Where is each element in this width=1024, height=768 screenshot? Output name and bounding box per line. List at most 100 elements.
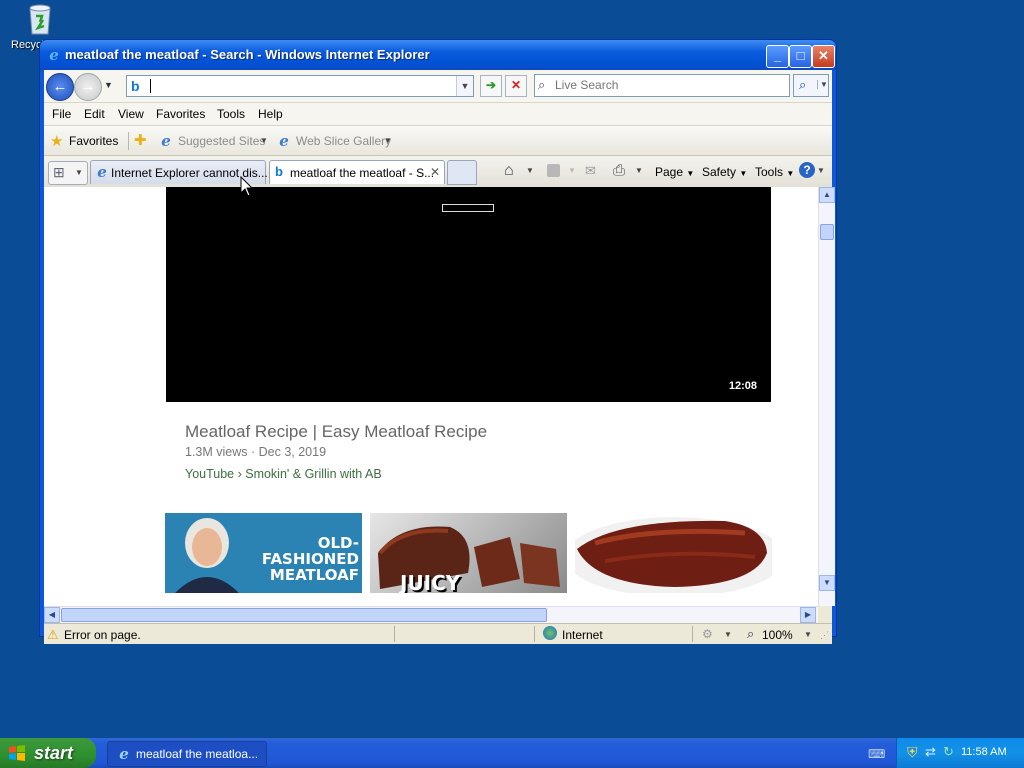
video-thumbnail-1[interactable]: OLD- FASHIONED MEATLOAF <box>165 513 362 593</box>
start-label: start <box>34 743 74 763</box>
quick-tabs-button[interactable]: ⊞ ▼ <box>48 161 88 185</box>
back-button[interactable]: ← <box>46 73 74 101</box>
menu-view[interactable]: View <box>118 107 144 121</box>
bing-logo-icon: b <box>131 78 140 94</box>
chevron-down-icon[interactable]: ▼ <box>724 630 732 639</box>
tab-meatloaf-search[interactable]: b meatloaf the meatloaf - S... ✕ <box>269 160 445 184</box>
stop-button[interactable]: ✕ <box>505 75 527 97</box>
tab-row: ⊞ ▼ e Internet Explorer cannot dis... b … <box>44 155 832 188</box>
divider <box>394 626 395 642</box>
video-player[interactable]: 12:08 <box>166 187 771 402</box>
menu-tools[interactable]: Tools <box>217 107 245 121</box>
recent-pages-dropdown[interactable]: ▼ <box>104 80 113 90</box>
forward-button[interactable]: → <box>74 73 102 101</box>
clock[interactable]: 11:58 AM <box>961 746 1007 758</box>
page-content: 12:08 Meatloaf Recipe | Easy Meatloaf Re… <box>44 187 818 606</box>
divider <box>534 626 535 642</box>
thumbnail-caption-line: OLD- <box>317 534 359 552</box>
favorites-button[interactable]: ★ Favorites <box>48 131 124 151</box>
search-options-dropdown[interactable]: ▼ <box>817 80 828 89</box>
chevron-down-icon: ▼ <box>823 578 831 587</box>
address-dropdown-button[interactable]: ▼ <box>456 76 473 96</box>
menu-favorites[interactable]: Favorites <box>156 107 205 121</box>
live-search-input[interactable] <box>555 77 783 93</box>
menu-bar: File Edit View Favorites Tools Help <box>44 102 832 125</box>
forward-arrow-icon: → <box>80 78 96 95</box>
minimize-button[interactable]: _ <box>766 45 789 68</box>
print-icon[interactable]: ⎙ <box>613 162 625 179</box>
search-button[interactable]: ⌕ ▼ <box>793 74 829 97</box>
menu-file[interactable]: File <box>52 107 71 121</box>
feeds-dropdown-icon[interactable]: ▼ <box>568 166 576 175</box>
security-shield-icon[interactable]: ⛨ <box>907 744 918 761</box>
window-title: meatloaf the meatloaf - Search - Windows… <box>65 47 430 62</box>
status-message[interactable]: Error on page. <box>64 628 141 642</box>
tab-list-dropdown-icon[interactable]: ▼ <box>75 168 83 177</box>
tools-menu-label: Tools <box>755 165 784 179</box>
mouse-cursor-icon <box>240 176 254 197</box>
go-button[interactable]: ➔ <box>480 75 502 97</box>
safety-menu-button[interactable]: Safety ▼ <box>702 165 747 179</box>
home-dropdown-icon[interactable]: ▼ <box>526 166 534 175</box>
feeds-icon[interactable] <box>547 164 560 177</box>
help-icon[interactable]: ? <box>799 162 815 178</box>
update-icon[interactable]: ↻ <box>943 744 954 760</box>
vertical-scrollbar[interactable]: ▲ ▼ <box>818 187 835 606</box>
help-dropdown-icon[interactable]: ▼ <box>817 166 825 175</box>
home-icon[interactable]: ⌂ <box>504 162 514 180</box>
chevron-down-icon: ▼ <box>686 169 695 178</box>
vertical-scroll-thumb[interactable] <box>820 224 834 240</box>
quick-tabs-grid-icon: ⊞ <box>53 164 65 180</box>
recycle-bin-icon <box>29 4 51 35</box>
scroll-right-button[interactable]: ▶ <box>800 607 816 623</box>
close-button[interactable]: ✕ <box>812 45 835 68</box>
resize-grip-icon[interactable]: ⋰ <box>820 630 829 641</box>
new-tab-button[interactable] <box>447 160 477 185</box>
keyboard-icon[interactable]: ⌨ <box>868 747 885 761</box>
internet-globe-icon <box>543 626 557 640</box>
web-slice-gallery-button[interactable]: e Web Slice Gallery ▼ <box>276 131 394 151</box>
suggested-sites-button[interactable]: e Suggested Sites ▼ <box>158 131 270 151</box>
menu-edit[interactable]: Edit <box>84 107 105 121</box>
add-to-favorites-bar-icon[interactable]: ✚ <box>134 131 147 149</box>
bing-favicon-icon: b <box>275 164 283 179</box>
live-search-box[interactable]: ⌕ <box>534 74 790 97</box>
back-arrow-icon: ← <box>52 78 68 95</box>
thumbnail-caption: JUICY <box>400 571 461 593</box>
read-mail-icon[interactable]: ✉ <box>585 163 596 179</box>
protected-mode-icon[interactable]: ⚙ <box>702 627 713 641</box>
address-bar[interactable]: b ▼ <box>126 75 474 97</box>
horizontal-scrollbar[interactable]: ◀ ▶ <box>44 606 818 623</box>
zoom-dropdown-icon[interactable]: ▼ <box>804 630 812 639</box>
scroll-down-button[interactable]: ▼ <box>819 575 835 591</box>
maximize-button[interactable]: □ <box>789 45 812 68</box>
zoom-icon: ⌕ <box>747 626 755 641</box>
title-bar[interactable]: e meatloaf the meatloaf - Search - Windo… <box>40 40 836 70</box>
scroll-left-button[interactable]: ◀ <box>44 607 60 623</box>
network-icon[interactable]: ⇄ <box>925 744 936 760</box>
warning-icon[interactable]: ⚠ <box>47 627 59 643</box>
menu-help[interactable]: Help <box>258 107 283 121</box>
video-thumbnail-3[interactable] <box>575 513 772 593</box>
page-menu-button[interactable]: Page ▼ <box>655 165 694 179</box>
favorites-label: Favorites <box>69 134 119 148</box>
video-source-link[interactable]: YouTube › Smokin' & Grillin with AB <box>185 467 382 481</box>
close-icon: ✕ <box>818 48 829 63</box>
window-client: ← → ▼ b ▼ ➔ ✕ ⌕ ⌕ ▼ File Edit Vie <box>44 70 835 644</box>
print-dropdown-icon[interactable]: ▼ <box>635 166 643 175</box>
horizontal-scroll-thumb[interactable] <box>61 608 547 622</box>
tools-menu-button[interactable]: Tools ▼ <box>755 165 794 179</box>
divider <box>128 132 129 150</box>
video-thumbnail-2[interactable]: JUICY <box>370 513 567 593</box>
scroll-up-button[interactable]: ▲ <box>819 187 835 203</box>
start-button[interactable]: start <box>0 738 96 768</box>
favorites-bar: ★ Favorites ✚ e Suggested Sites ▼ e Web … <box>44 125 832 156</box>
taskbar-ie-window-button[interactable]: e meatloaf the meatloa... <box>107 741 267 767</box>
video-title-link[interactable]: Meatloaf Recipe | Easy Meatloaf Recipe <box>185 422 487 442</box>
go-arrow-icon: ➔ <box>485 78 497 92</box>
video-duration: 12:08 <box>728 380 757 392</box>
zoom-level[interactable]: 100% <box>762 628 793 642</box>
chevron-right-icon: ▶ <box>804 610 812 619</box>
page-menu-label: Page <box>655 165 684 179</box>
close-tab-icon[interactable]: ✕ <box>430 165 440 179</box>
